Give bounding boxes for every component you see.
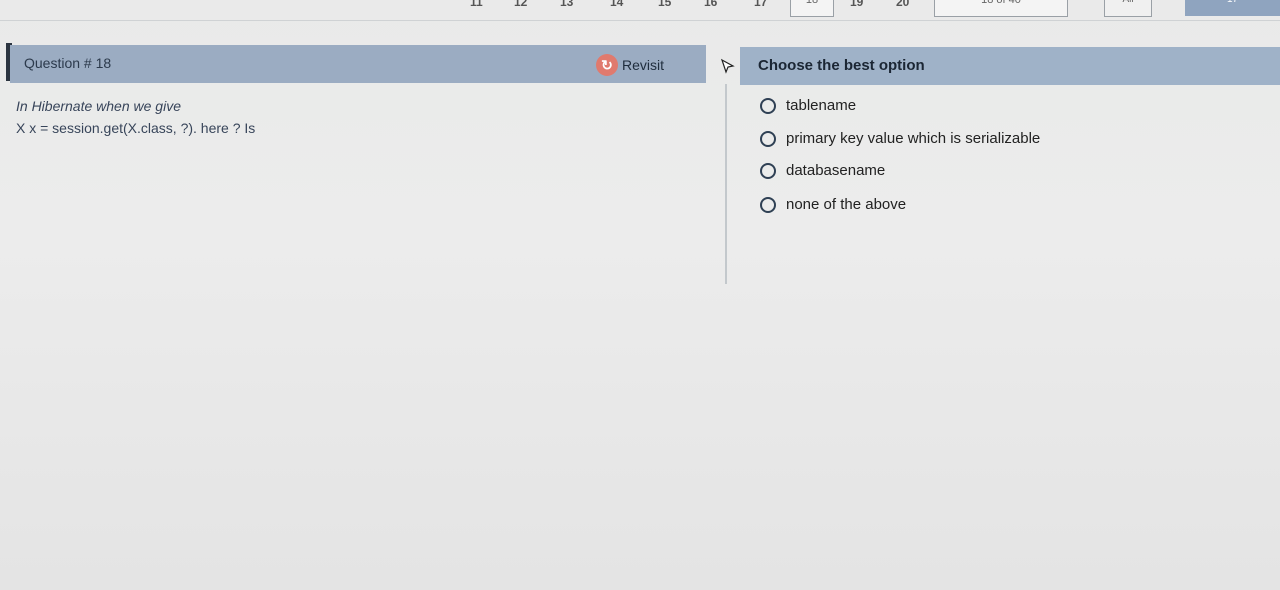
pager-item-13[interactable]: 13 [560, 0, 573, 9]
radio-button[interactable] [760, 196, 776, 213]
pager-item-19[interactable]: 19 [850, 0, 863, 9]
option-1[interactable]: tablename [760, 97, 856, 114]
question-line-1: In Hibernate when we give [16, 98, 181, 114]
pager-item-14[interactable]: 14 [610, 0, 623, 9]
pager-item-11[interactable]: 11 [470, 0, 483, 9]
revisit-label: Revisit [622, 57, 665, 73]
panel-divider [725, 84, 727, 284]
option-label: none of the above [786, 196, 907, 213]
radio-button[interactable] [760, 162, 776, 179]
option-label: primary key value which is serializable [786, 130, 1041, 147]
question-number: Question # 18 [24, 55, 112, 71]
pager-item-18[interactable]: 18 [790, 0, 834, 17]
question-pager: 11 12 13 14 15 16 17 18 19 20 18 of 40 A… [0, 0, 1280, 21]
radio-button[interactable] [760, 130, 776, 147]
radio-button[interactable] [760, 97, 776, 114]
pager-item-12[interactable]: 12 [514, 0, 527, 9]
next-button[interactable]: 17 [1185, 0, 1280, 16]
question-line-2: X x = session.get(X.class, ?). here ? Is [16, 120, 256, 136]
option-label: databasename [786, 162, 886, 179]
revisit-icon: ↻ [596, 54, 618, 76]
all-questions-button[interactable]: All [1104, 0, 1152, 17]
pager-item-20[interactable]: 20 [896, 0, 909, 9]
options-title: Choose the best option [758, 57, 925, 74]
option-2[interactable]: primary key value which is serializable [760, 130, 1040, 147]
pager-item-15[interactable]: 15 [658, 0, 671, 9]
option-label: tablename [786, 97, 857, 114]
option-4[interactable]: none of the above [760, 196, 906, 213]
pager-position-select[interactable]: 18 of 40 [934, 0, 1068, 17]
mouse-pointer-icon [720, 58, 736, 74]
option-3[interactable]: databasename [760, 162, 885, 179]
pager-item-16[interactable]: 16 [704, 0, 717, 9]
pager-item-17[interactable]: 17 [754, 0, 767, 9]
question-text: In Hibernate when we give X x = session.… [16, 95, 255, 139]
revisit-button[interactable]: ↻ Revisit [596, 53, 664, 77]
